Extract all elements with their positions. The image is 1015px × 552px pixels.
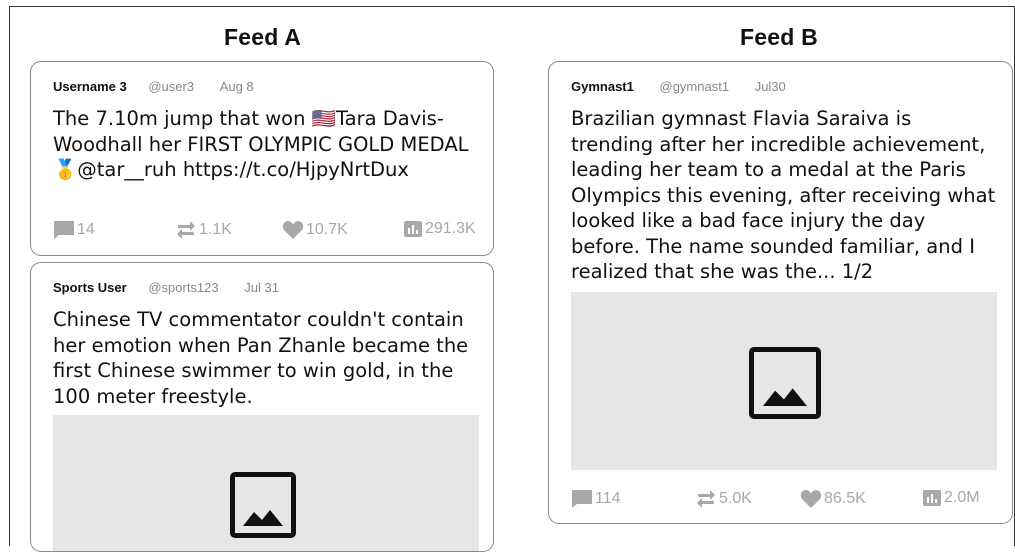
username[interactable]: Gymnast1 [571,79,634,94]
views-button[interactable]: 291.3K [403,220,476,238]
like-button[interactable]: 86.5K [800,489,866,509]
tweet-date[interactable]: Jul30 [755,79,786,94]
reply-count: 14 [77,221,95,238]
feed-b-title: Feed B [740,24,818,50]
retweet-icon [697,490,715,508]
views-count: 291.3K [425,220,476,237]
user-handle[interactable]: @gymnast1 [660,79,730,94]
username[interactable]: Sports User [53,280,127,295]
tweet-card[interactable]: Sports User @sports123 Jul 31 Chinese TV… [30,262,494,552]
tweet-text: Chinese TV commentator couldn't contain … [53,308,469,408]
reply-button[interactable]: 114 [571,489,621,509]
tweet-meta: Username 3 @user3 Aug 8 [53,79,254,94]
views-button[interactable]: 2.0M [922,489,980,507]
comment-icon [572,490,592,508]
tweet-actions: 14 1.1K 10.7K 291.3K [53,220,483,240]
like-count: 10.7K [306,221,348,238]
tweet-media[interactable] [53,415,479,551]
tweet-meta: Sports User @sports123 Jul 31 [53,280,279,295]
tweet-meta: Gymnast1 @gymnast1 Jul30 [571,79,786,94]
reply-button[interactable]: 14 [53,220,95,240]
tweet-date[interactable]: Jul 31 [244,280,279,295]
feed-a-title: Feed A [224,24,302,50]
user-handle[interactable]: @user3 [148,79,194,94]
bar-chart-icon [404,221,422,237]
image-placeholder-icon [749,347,821,419]
tweet-card[interactable]: Username 3 @user3 Aug 8 The 7.10m jump t… [30,61,494,256]
tweet-media[interactable] [571,292,997,470]
tweet-text: The 7.10m jump that won 🇺🇸Tara Davis-Woo… [53,107,469,181]
like-button[interactable]: 10.7K [282,220,348,240]
retweet-count: 1.1K [199,221,232,238]
tweet-card[interactable]: Gymnast1 @gymnast1 Jul30 Brazilian gymna… [548,61,1013,524]
like-count: 86.5K [824,490,866,507]
image-placeholder-icon [230,472,296,538]
views-count: 2.0M [944,489,980,506]
retweet-icon [177,221,195,239]
heart-icon [800,490,822,508]
tweet-date[interactable]: Aug 8 [220,79,254,94]
retweet-button[interactable]: 1.1K [175,220,232,240]
tweet-actions: 114 5.0K 86.5K 2.0M [571,489,1001,509]
bar-chart-icon [923,490,941,506]
reply-count: 114 [595,490,621,507]
heart-icon [282,221,304,239]
tweet-text: Brazilian gymnast Flavia Saraiva is tren… [571,107,996,283]
username[interactable]: Username 3 [53,79,127,94]
comment-icon [54,221,74,239]
user-handle[interactable]: @sports123 [148,280,218,295]
retweet-count: 5.0K [719,490,752,507]
retweet-button[interactable]: 5.0K [695,489,752,509]
